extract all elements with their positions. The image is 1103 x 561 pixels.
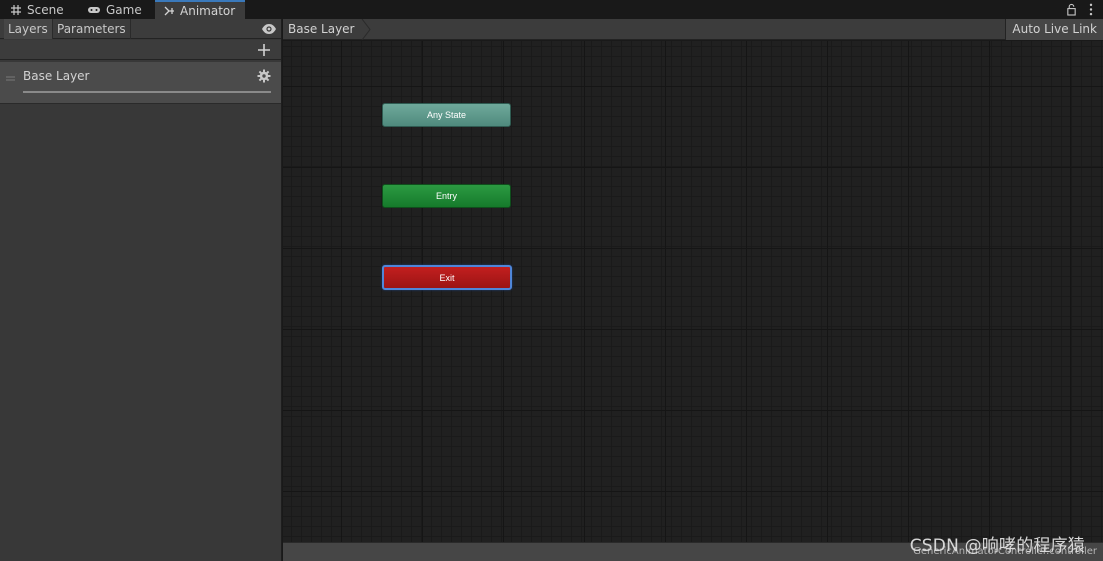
lock-icon[interactable] [1065,2,1077,16]
tab-animator[interactable]: Animator [155,0,245,19]
gamepad-icon [87,4,101,16]
layers-panel: Layers Parameters Base Layer [0,19,282,561]
entry-node[interactable]: Entry [382,184,511,208]
more-vertical-icon[interactable] [1085,2,1097,16]
state-label: Any State [426,110,467,120]
state-label: Entry [435,191,457,201]
tab-label: Scene [27,2,64,17]
tab-label: Animator [180,3,236,18]
any-state-node[interactable]: Any State [382,103,511,127]
layer-name: Base Layer [23,69,90,83]
exit-node[interactable]: Exit [382,265,512,290]
layer-weight-bar [23,91,271,93]
tab-layers[interactable]: Layers [4,19,53,39]
gear-icon[interactable] [257,69,271,83]
animator-icon [163,5,175,17]
breadcrumb-arrow-icon [361,18,371,41]
tab-parameters[interactable]: Parameters [53,19,131,39]
drag-handle-icon[interactable] [6,71,15,81]
window-tab-bar: Scene Game Animator [0,0,1103,19]
eye-icon[interactable] [261,22,277,36]
state-label: Exit [439,272,455,283]
tab-scene[interactable]: Scene [2,0,72,19]
graph-header: Base Layer Auto Live Link [283,18,1103,41]
breadcrumb[interactable]: Base Layer [283,19,369,40]
layers-subbar [0,40,281,60]
add-layer-button[interactable] [255,41,273,59]
watermark: CSDN @响哮的程序猿 [909,536,1085,556]
state-machine-canvas[interactable]: Any State Entry Exit [283,41,1103,542]
tab-game[interactable]: Game [79,0,150,19]
auto-live-link-button[interactable]: Auto Live Link [1005,19,1103,40]
window-controls [1065,2,1097,16]
layer-item[interactable]: Base Layer [0,62,281,104]
grid-icon [10,4,22,16]
plus-icon [258,44,270,56]
panel-toolbar: Layers Parameters [0,19,281,39]
tab-label: Game [106,2,142,17]
